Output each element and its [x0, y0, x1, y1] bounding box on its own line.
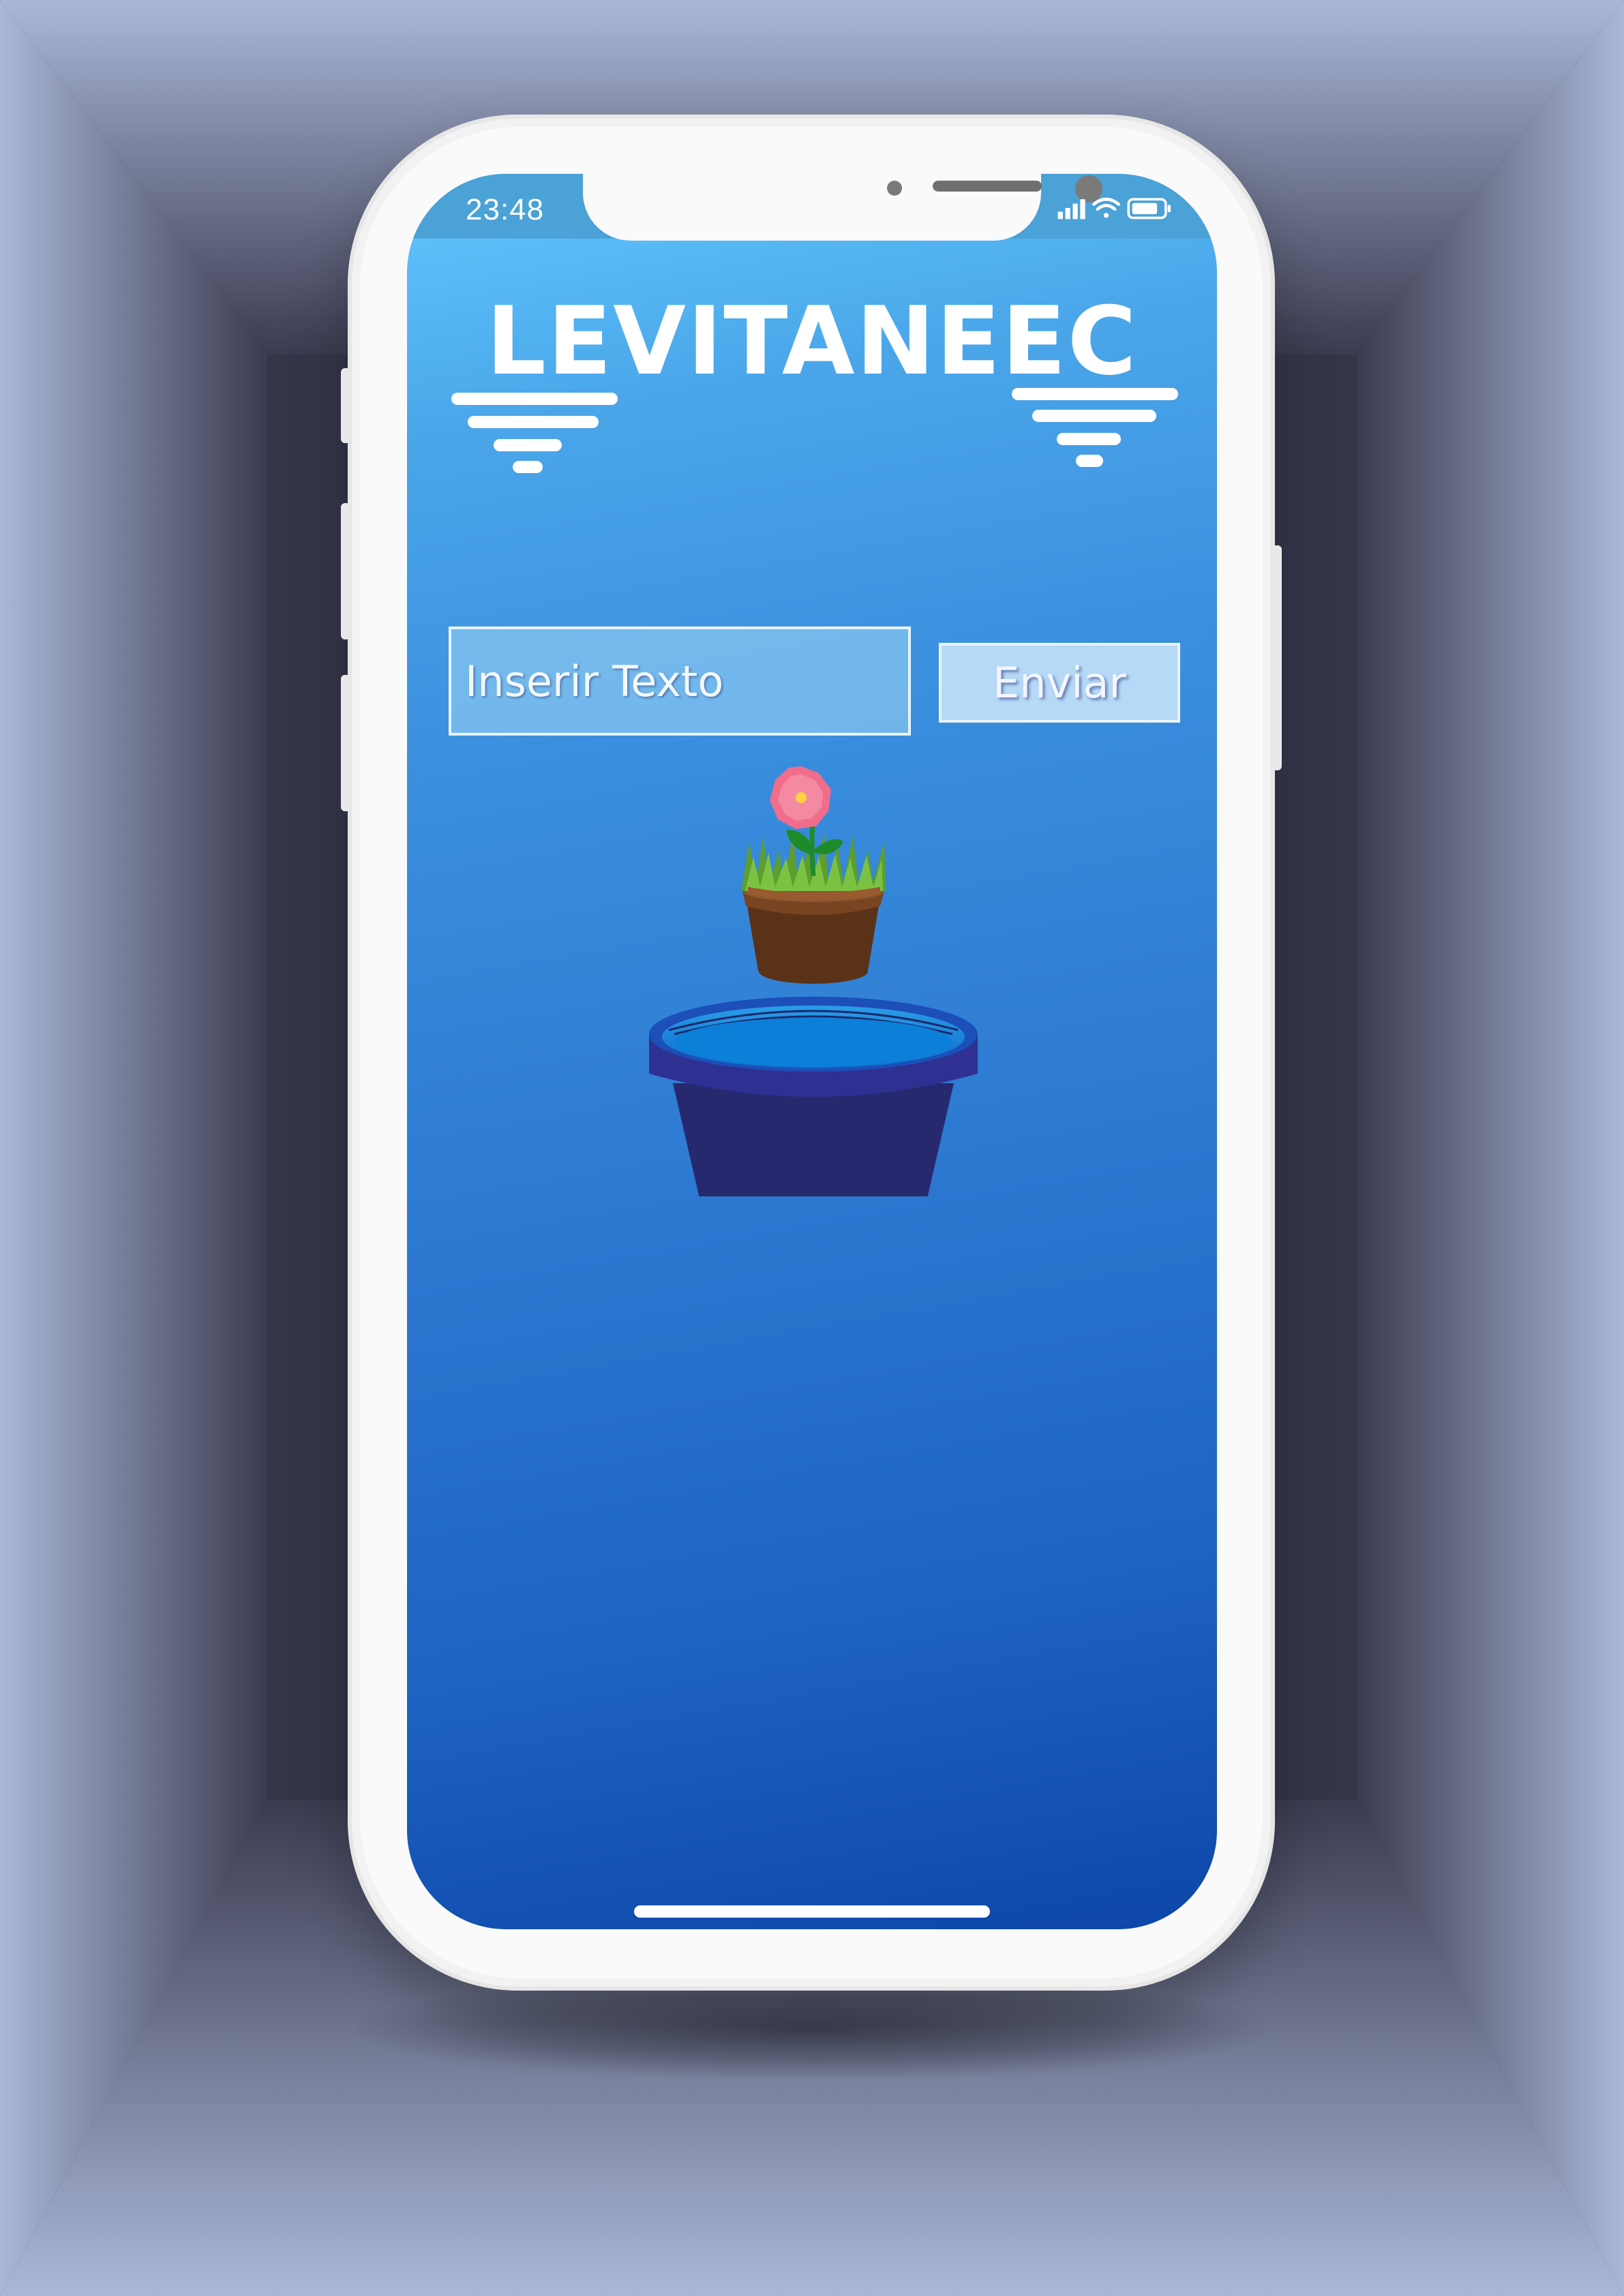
water-pot [649, 997, 978, 1196]
volume-down-button [341, 675, 350, 811]
power-button [1272, 545, 1282, 770]
home-indicator[interactable] [634, 1905, 990, 1918]
floating-plant [741, 766, 886, 984]
phone-shadow [355, 1977, 1268, 2079]
phone-screen: 23:48 LEVITANEEC Inserir Texto Enviar [407, 174, 1217, 1929]
levitation-illustration [649, 766, 978, 1196]
volume-up-button [341, 503, 350, 639]
mute-switch [341, 368, 350, 443]
